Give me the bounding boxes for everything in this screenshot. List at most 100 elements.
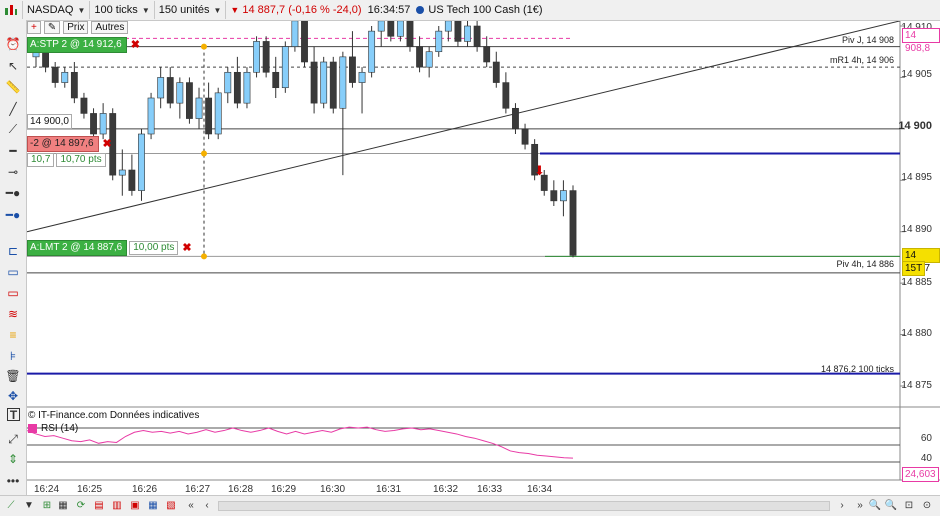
candle	[195, 87, 203, 129]
close-icon[interactable]: ✖	[103, 137, 112, 151]
chart-icon-5[interactable]: ▧	[164, 498, 178, 512]
zoom-fit-icon[interactable]: ⊡	[902, 498, 916, 512]
candle	[61, 67, 69, 88]
candle-body	[406, 20, 414, 47]
time-tick: 16:33	[477, 484, 503, 495]
position-order[interactable]: -2 @ 14 897,6 ✖	[27, 136, 112, 152]
chart-icon-2[interactable]: ▥	[110, 498, 124, 512]
candle	[128, 154, 136, 196]
position-label[interactable]: -2 @ 14 897,6	[27, 136, 99, 152]
pink-price-tag: 14 908,8	[902, 28, 940, 54]
stop-order[interactable]: A:STP 2 @ 14 912,6 ✖	[27, 37, 140, 53]
layout-icon[interactable]: ⊞	[40, 498, 54, 512]
candle-body	[281, 46, 289, 89]
scroll-right-icon[interactable]: »	[853, 498, 867, 512]
arrows-updown-icon[interactable]: ⇕	[3, 450, 23, 468]
candle	[80, 92, 88, 119]
line-icon[interactable]: ╱	[3, 100, 23, 118]
price-change: 14 887,7 (-0,16 % -24,0)	[242, 4, 362, 16]
chart-style-icon[interactable]: ⟋	[4, 498, 18, 512]
cursor-icon[interactable]: ↖	[3, 57, 23, 75]
zoom-in-icon[interactable]: 🔍	[884, 498, 898, 512]
time-tick: 16:34	[527, 484, 553, 495]
scroll-left-icon[interactable]: «	[184, 498, 198, 512]
candle-body	[310, 61, 318, 104]
zoom-reset-icon[interactable]: ⊙	[920, 498, 934, 512]
channel-icon[interactable]: ⊏	[3, 242, 23, 260]
pnl-value: 10,7	[27, 153, 55, 167]
grid-icon[interactable]: ▦	[56, 498, 70, 512]
fibonacci-fan-icon[interactable]: ≡	[3, 326, 23, 344]
limit-points: 10,00 pts	[129, 241, 179, 255]
units-label: 150 unités	[158, 4, 210, 16]
horizontal-line-icon[interactable]: ━	[3, 142, 23, 160]
candle-body	[147, 97, 155, 135]
tab-autres[interactable]: Autres	[91, 21, 129, 34]
candle-body	[262, 41, 270, 73]
candle	[262, 36, 270, 78]
horizontal-scrollbar[interactable]	[218, 501, 830, 511]
close-icon[interactable]: ✖	[182, 241, 191, 255]
candle-body	[512, 107, 519, 130]
candle	[416, 36, 423, 73]
time-tick: 16:29	[271, 484, 297, 495]
candle-body	[224, 71, 232, 94]
rsi-color-swatch	[28, 424, 37, 433]
chart-type-icon[interactable]	[0, 1, 23, 19]
blue-line-icon[interactable]: ━●	[3, 206, 23, 224]
red-rectangle-icon[interactable]: ▭	[3, 284, 23, 302]
candle	[358, 67, 366, 114]
flag-icon	[416, 6, 425, 14]
candle-body	[195, 97, 203, 119]
chart-icon-1[interactable]: ▤	[92, 498, 106, 512]
tool-icon[interactable]: ✎	[43, 21, 61, 34]
chevron-down-icon: ▼	[141, 5, 150, 15]
sell-arrow-icon: ⬇	[534, 163, 545, 178]
limit-order[interactable]: A:LMT 2 @ 14 887,6 10,00 pts ✖	[27, 240, 192, 256]
rsi-legend[interactable]: RSI (14)	[28, 423, 78, 434]
level-14900-tag: 14 900,0	[27, 114, 72, 129]
candle-body	[521, 128, 529, 145]
ray-left-icon[interactable]: ━●	[3, 184, 23, 202]
fibonacci-icon[interactable]: ≋	[3, 305, 23, 323]
text-icon[interactable]: T	[7, 408, 20, 422]
trendline-icon[interactable]: ⟋	[3, 120, 23, 138]
fibonacci-ext-icon[interactable]: ⊧	[3, 347, 23, 365]
mr1-label: mR1 4h, 14 906	[829, 55, 894, 65]
alarm-icon[interactable]: ⏰	[3, 35, 23, 53]
chevron-down-icon[interactable]: ▼	[22, 498, 36, 512]
limit-order-label[interactable]: A:LMT 2 @ 14 887,6	[27, 240, 128, 256]
tab-prix[interactable]: Prix	[63, 21, 89, 34]
more-icon[interactable]: •••	[3, 472, 23, 490]
candle	[70, 62, 78, 104]
scroll-left-small-icon[interactable]: ‹	[200, 498, 214, 512]
symbol-select[interactable]: NASDAQ ▼	[23, 1, 91, 19]
candle-body	[51, 66, 59, 83]
down-arrow-icon: ▼	[230, 5, 240, 15]
chart-icon-4[interactable]: ▦	[146, 498, 160, 512]
move-icon[interactable]: ✥	[3, 387, 23, 405]
zoom-out-icon[interactable]: 🔍	[868, 498, 882, 512]
candle	[118, 149, 126, 196]
chart-icon-3[interactable]: ▣	[128, 498, 142, 512]
close-icon[interactable]: ✖	[131, 38, 140, 52]
candle	[51, 62, 59, 88]
candle	[157, 67, 165, 109]
units-select[interactable]: 150 unités ▼	[155, 1, 227, 19]
stop-order-label[interactable]: A:STP 2 @ 14 912,6	[27, 37, 127, 53]
trash-icon[interactable]: 🗑	[3, 367, 23, 385]
add-icon[interactable]: +	[27, 21, 41, 34]
ray-icon[interactable]: ⊸	[3, 163, 23, 181]
ruler-icon[interactable]: 📏	[3, 78, 23, 96]
sync-icon[interactable]: ⟳	[74, 498, 88, 512]
candle	[512, 103, 519, 134]
candle-body	[483, 46, 491, 63]
period-select[interactable]: 100 ticks ▼	[90, 1, 155, 19]
scroll-right-small-icon[interactable]: ›	[835, 498, 849, 512]
pencil-line-icon[interactable]: ⤢	[3, 430, 23, 448]
candle-body	[176, 82, 184, 104]
quote-time: 16:34:57	[367, 4, 411, 16]
marker-dot	[201, 43, 207, 50]
candle	[406, 15, 414, 52]
rectangle-icon[interactable]: ▭	[3, 263, 23, 281]
